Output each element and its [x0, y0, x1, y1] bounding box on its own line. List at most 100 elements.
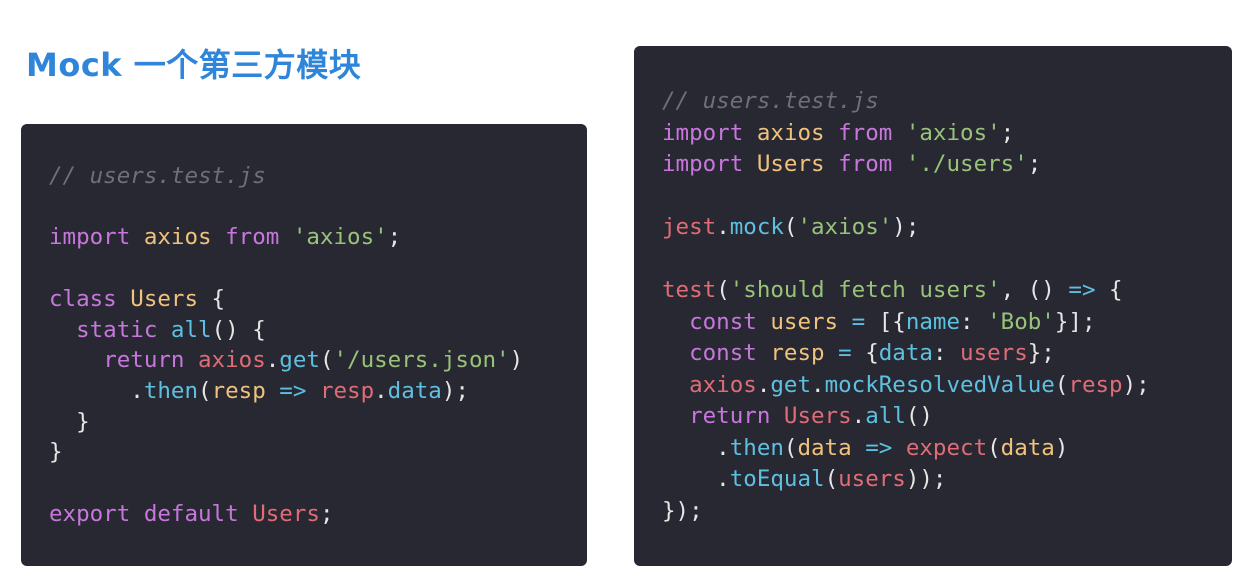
code-token: {	[1095, 277, 1123, 303]
code-token: test	[662, 277, 717, 303]
code-token: data	[387, 377, 442, 404]
code-token: );	[892, 214, 920, 240]
code-token: .	[851, 403, 866, 429]
code-line: }	[49, 437, 523, 468]
code-token: }	[49, 408, 90, 435]
code-token: export	[49, 500, 131, 527]
code-token: };	[1027, 340, 1055, 366]
code-token: then	[143, 377, 199, 404]
code-token: all	[170, 316, 212, 343]
code-token: [{	[865, 308, 906, 335]
code-line: const resp = {data: users};	[662, 338, 1150, 370]
code-token: (	[198, 377, 212, 404]
code-line: return axios.get('/users.json')	[49, 345, 523, 376]
code-token: default	[143, 500, 239, 527]
code-token: axios	[689, 371, 757, 398]
code-token: ;	[1027, 151, 1042, 177]
code-token: import	[662, 151, 744, 177]
code-token: 'axios'	[292, 224, 388, 251]
code-token: )	[509, 347, 524, 374]
code-token: users	[960, 340, 1028, 366]
code-line: .toEqual(users));	[662, 464, 1150, 496]
code-token: resp	[1068, 371, 1123, 398]
code-line: axios.get.mockResolvedValue(resp);	[662, 370, 1150, 402]
code-line: static all() {	[49, 315, 523, 346]
code-token: 'Bob'	[987, 308, 1055, 335]
code-token: ;	[1000, 119, 1015, 146]
code-token: users	[838, 466, 906, 492]
code-line: });	[662, 496, 1150, 528]
code-token: });	[662, 497, 703, 524]
code-token: .	[374, 377, 388, 404]
code-line: jest.mock('axios');	[662, 212, 1150, 244]
code-token: 'should fetch users'	[729, 277, 1001, 303]
code-token: =	[838, 340, 852, 366]
code-token: import	[662, 119, 744, 146]
code-token: from	[838, 119, 893, 146]
code-token: then	[729, 434, 784, 461]
code-token: Users	[130, 285, 199, 312]
code-token: =>	[1068, 277, 1096, 303]
code-line: // users.test.js	[49, 161, 523, 192]
code-token: jest	[662, 214, 717, 240]
code-token: .	[265, 347, 280, 374]
code-token: (	[716, 277, 730, 303]
code-token: get	[279, 347, 320, 374]
code-token: .	[662, 466, 730, 492]
code-token: }];	[1054, 308, 1096, 335]
code-token: {	[198, 285, 226, 312]
code-token: );	[1122, 371, 1150, 398]
code-panel-users-test: // users.test.js import axios from 'axios…	[634, 46, 1232, 566]
code-token: =>	[865, 434, 893, 461]
code-token: './users'	[905, 151, 1028, 177]
code-token: data	[1000, 434, 1055, 461]
code-token: const	[689, 308, 757, 335]
code-token: () {	[211, 316, 266, 343]
code-token: resp	[770, 340, 825, 366]
code-line: .then(resp => resp.data);	[49, 376, 523, 407]
code-token: ()	[905, 403, 933, 429]
code-token: users	[770, 308, 839, 335]
code-token: .	[756, 371, 771, 398]
code-line: class Users {	[49, 284, 523, 315]
code-token: 'axios'	[905, 119, 1001, 146]
code-token: const	[689, 340, 757, 366]
code-token: expect	[905, 434, 988, 461]
code-token: (	[824, 466, 839, 492]
code-token: from	[225, 224, 280, 251]
code-token: axios	[756, 119, 825, 146]
code-token: return	[689, 403, 771, 429]
code-token: 'axios'	[797, 214, 893, 240]
code-token: )	[1054, 434, 1069, 461]
code-token: return	[103, 347, 185, 374]
code-token: ;	[319, 500, 334, 527]
code-token: (	[987, 434, 1001, 461]
code-token: // users.test.js	[662, 88, 879, 114]
code-token: .	[716, 214, 730, 240]
code-token: (	[783, 214, 798, 240]
